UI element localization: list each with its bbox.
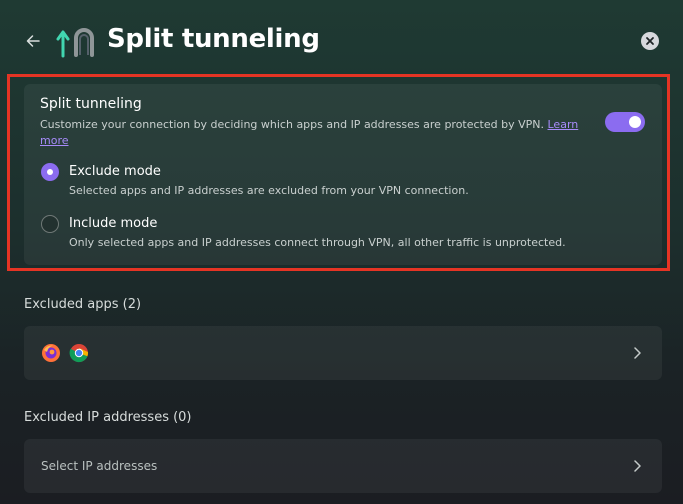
chevron-right-icon	[634, 460, 641, 472]
include-mode-title: Include mode	[69, 216, 158, 231]
excluded-apps-row[interactable]	[24, 326, 662, 380]
split-tunneling-icon	[56, 28, 94, 58]
description-text: Customize your connection by deciding wh…	[40, 118, 544, 131]
exclude-mode-title: Exclude mode	[69, 164, 161, 179]
excluded-ips-row[interactable]: Select IP addresses	[24, 439, 662, 493]
firefox-icon	[42, 344, 60, 362]
split-tunneling-title: Split tunneling	[40, 96, 142, 112]
split-tunneling-card: Split tunneling Customize your connectio…	[24, 84, 662, 265]
split-tunneling-toggle[interactable]	[605, 112, 645, 132]
back-button[interactable]	[22, 30, 44, 52]
toggle-knob	[629, 116, 641, 128]
page-title: Split tunneling	[107, 24, 320, 54]
include-mode-radio[interactable]	[41, 215, 59, 233]
header: Split tunneling	[0, 0, 683, 80]
arrow-left-icon	[26, 35, 40, 47]
select-ip-placeholder: Select IP addresses	[41, 459, 158, 473]
close-icon	[646, 37, 654, 45]
split-tunneling-description: Customize your connection by deciding wh…	[40, 117, 580, 149]
chrome-icon	[69, 344, 89, 363]
chevron-right-icon	[634, 347, 641, 359]
exclude-mode-description: Selected apps and IP addresses are exclu…	[69, 184, 469, 197]
include-mode-description: Only selected apps and IP addresses conn…	[69, 236, 566, 249]
excluded-ips-label: Excluded IP addresses (0)	[24, 410, 192, 425]
excluded-apps-label: Excluded apps (2)	[24, 297, 142, 312]
close-button[interactable]	[641, 32, 659, 50]
exclude-mode-radio[interactable]	[41, 163, 59, 181]
